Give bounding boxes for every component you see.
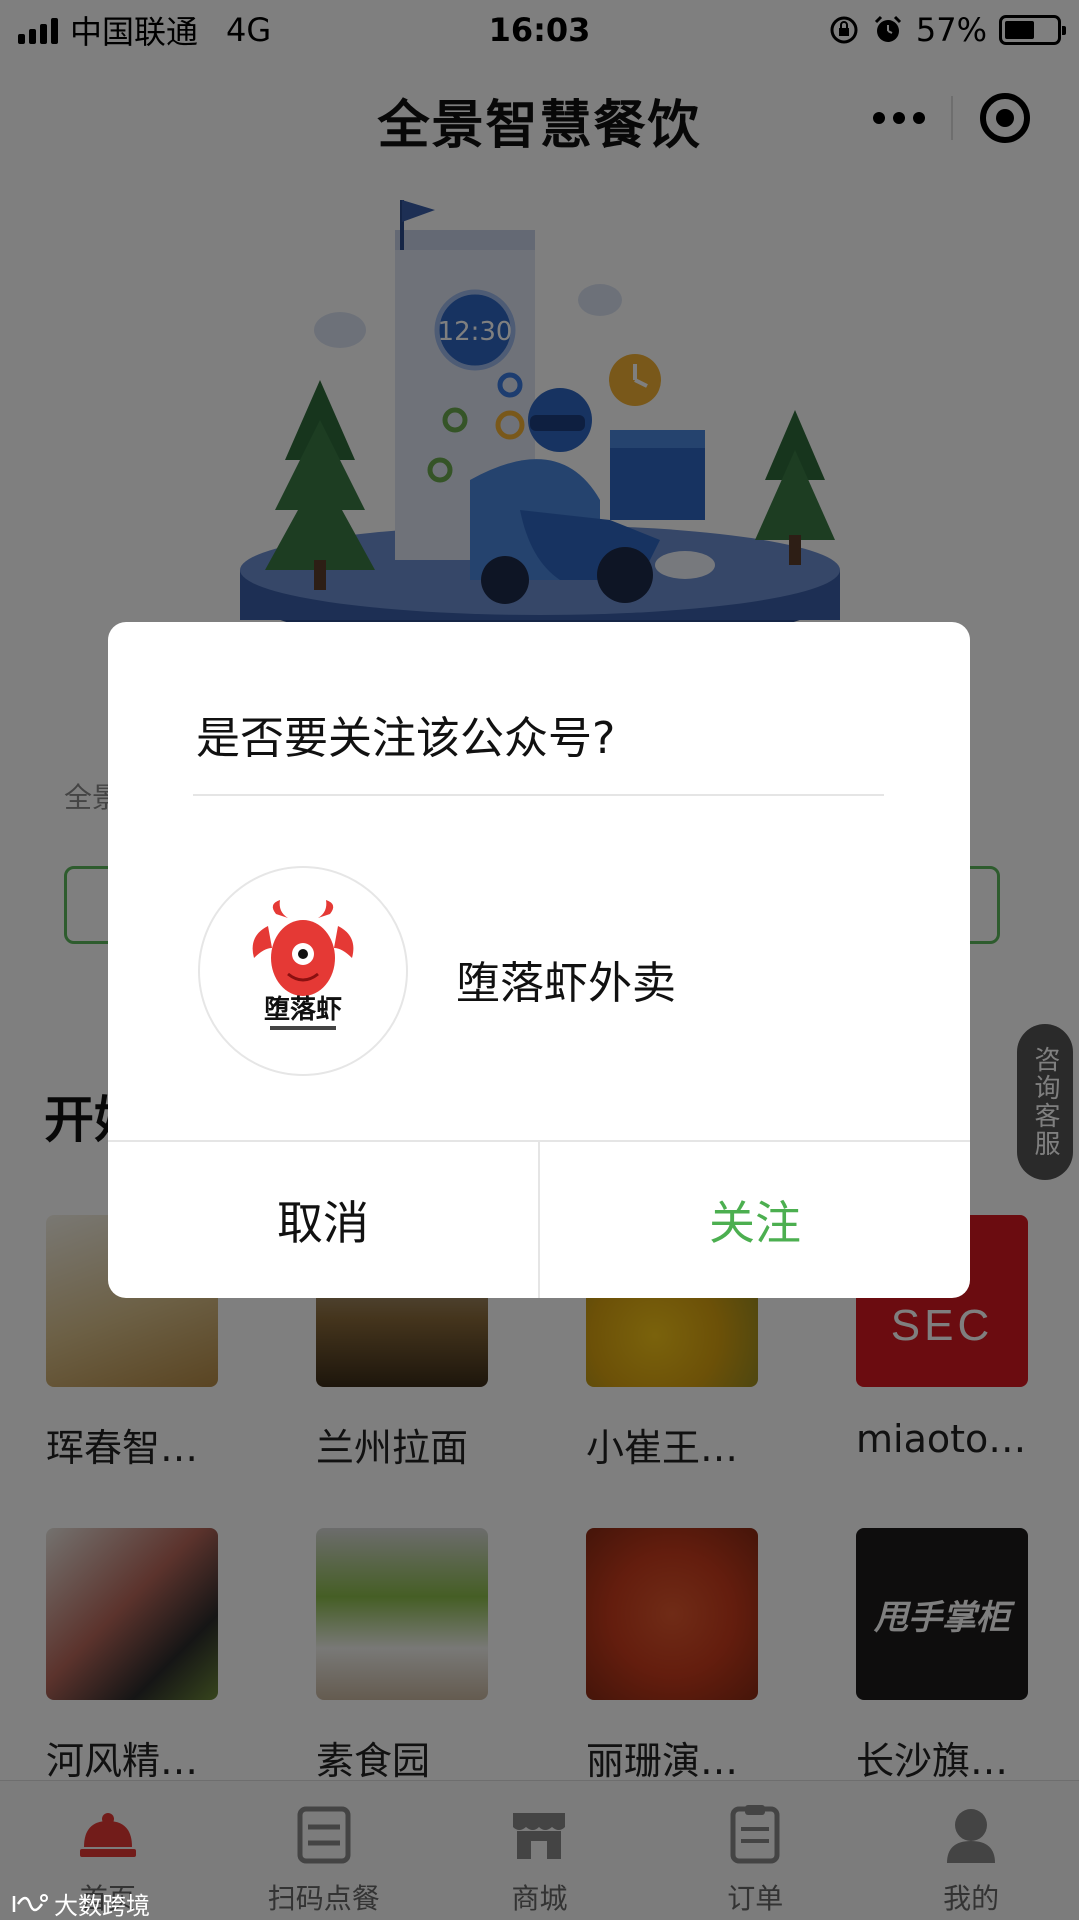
follow-button[interactable]: 关注 <box>540 1142 970 1298</box>
lobster-logo-icon: 堕落虾 <box>252 900 354 1030</box>
dialog-buttons: 取消 关注 <box>108 1140 970 1298</box>
watermark-text: 大数跨境 <box>54 1892 150 1920</box>
account-avatar: 堕落虾 <box>198 866 408 1076</box>
logo-text: 堕落虾 <box>264 995 342 1025</box>
dialog-divider <box>193 794 884 796</box>
account-name: 堕落虾外卖 <box>456 958 676 1009</box>
cancel-button[interactable]: 取消 <box>108 1142 540 1298</box>
watermark-logo-icon <box>12 1893 48 1912</box>
dialog-title: 是否要关注该公众号? <box>196 713 616 764</box>
follow-account-dialog: 是否要关注该公众号? 堕落虾 堕落虾外卖 取消 关注 <box>108 622 970 1298</box>
watermark: 大数跨境 <box>12 1886 150 1920</box>
